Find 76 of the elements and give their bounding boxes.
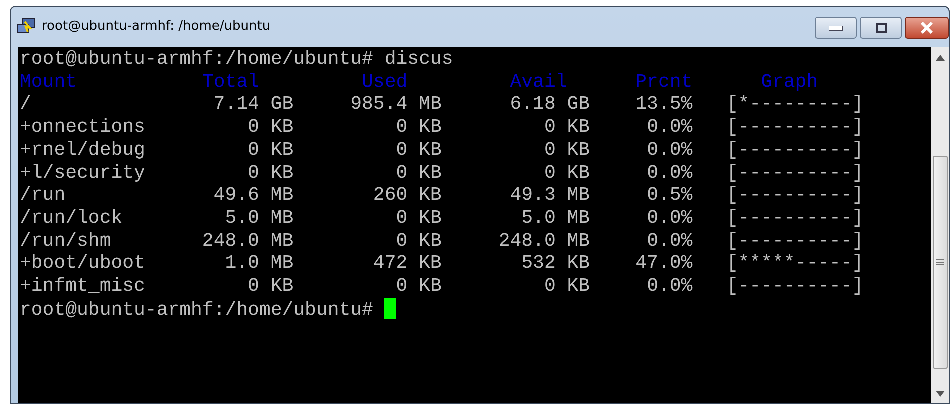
command-line: root@ubuntu-armhf:/home/ubuntu# discus <box>20 48 454 71</box>
table-cell: 248.0 MB <box>202 230 294 252</box>
shell-prompt: root@ubuntu-armhf:/home/ubuntu# <box>20 298 374 321</box>
table-cell: 0 KB <box>544 275 590 298</box>
usage-graph: [*****-----] <box>726 252 864 274</box>
table-cell: 5.0 MB <box>522 206 590 229</box>
table-cell: 248.0 MB <box>498 230 590 252</box>
table-cell: 0.0% <box>647 162 693 184</box>
table-cell: 47.0% <box>636 252 693 274</box>
column-header: Total <box>202 70 260 93</box>
usage-graph: [----------] <box>726 206 864 229</box>
grip-icon <box>936 259 944 266</box>
close-button[interactable] <box>905 17 949 39</box>
table-cell: 0.0% <box>647 230 693 252</box>
table-cell: 0.0% <box>647 138 693 161</box>
usage-graph: [----------] <box>726 230 864 252</box>
table-cell: 0.0% <box>647 206 693 229</box>
usage-graph: [*---------] <box>726 93 864 116</box>
table-cell: 7.14 GB <box>214 93 294 116</box>
table-cell: 0.5% <box>647 184 693 206</box>
table-cell: 472 KB <box>373 252 442 274</box>
table-cell: /run <box>20 184 66 206</box>
scrollbar[interactable] <box>931 47 949 403</box>
minimize-icon <box>829 26 843 30</box>
column-header: Graph <box>761 70 818 93</box>
usage-graph: [----------] <box>726 138 864 161</box>
column-header: Avail <box>510 70 568 93</box>
table-cell: +l/security <box>20 162 146 184</box>
table-cell: 0 KB <box>544 138 590 161</box>
usage-graph: [----------] <box>726 275 864 298</box>
usage-graph: [----------] <box>726 184 864 206</box>
scroll-thumb[interactable] <box>932 156 948 369</box>
table-cell: 0 KB <box>396 116 442 138</box>
close-icon <box>920 22 934 34</box>
table-cell: 13.5% <box>636 93 693 116</box>
table-cell: / <box>20 93 32 116</box>
table-cell: 0 KB <box>248 138 294 161</box>
usage-graph: [----------] <box>726 162 864 184</box>
table-cell: 0 KB <box>248 116 294 138</box>
table-cell: 0 KB <box>396 206 442 229</box>
text-cursor <box>384 298 396 319</box>
table-cell: 0 KB <box>396 230 442 252</box>
column-header: Mount <box>20 70 78 93</box>
column-header: Prcnt <box>636 70 693 93</box>
table-cell: +infmt_misc <box>20 275 146 298</box>
maximize-icon <box>876 23 886 33</box>
table-cell: 985.4 MB <box>350 93 442 116</box>
table-cell: 49.3 MB <box>510 184 590 206</box>
table-cell: +onnections <box>20 116 146 138</box>
table-cell: 0 KB <box>544 116 590 138</box>
table-cell: +boot/uboot <box>20 252 146 274</box>
window-title: root@ubuntu-armhf: /home/ubuntu <box>42 18 271 36</box>
column-header: Used <box>362 70 408 93</box>
table-cell: 6.18 GB <box>510 93 590 116</box>
maximize-button[interactable] <box>860 17 902 39</box>
table-cell: /run/lock <box>20 206 123 229</box>
table-cell: 5.0 MB <box>225 206 294 229</box>
table-cell: 0 KB <box>396 162 442 184</box>
table-cell: 532 KB <box>522 252 590 274</box>
table-cell: /run/shm <box>20 230 112 252</box>
table-cell: 1.0 MB <box>225 252 294 274</box>
scroll-up-icon[interactable] <box>936 55 944 61</box>
table-cell: 260 KB <box>373 184 442 206</box>
table-cell: 0 KB <box>396 138 442 161</box>
table-cell: 0 KB <box>396 275 442 298</box>
table-cell: 0.0% <box>647 275 693 298</box>
minimize-button[interactable] <box>815 17 857 39</box>
usage-graph: [----------] <box>726 116 864 138</box>
computers-icon <box>17 18 37 36</box>
table-cell: +rnel/debug <box>20 138 146 161</box>
table-cell: 0.0% <box>647 116 693 138</box>
scroll-down-icon[interactable] <box>936 391 944 397</box>
table-cell: 49.6 MB <box>214 184 294 206</box>
table-cell: 0 KB <box>248 162 294 184</box>
table-cell: 0 KB <box>544 162 590 184</box>
table-cell: 0 KB <box>248 275 294 298</box>
